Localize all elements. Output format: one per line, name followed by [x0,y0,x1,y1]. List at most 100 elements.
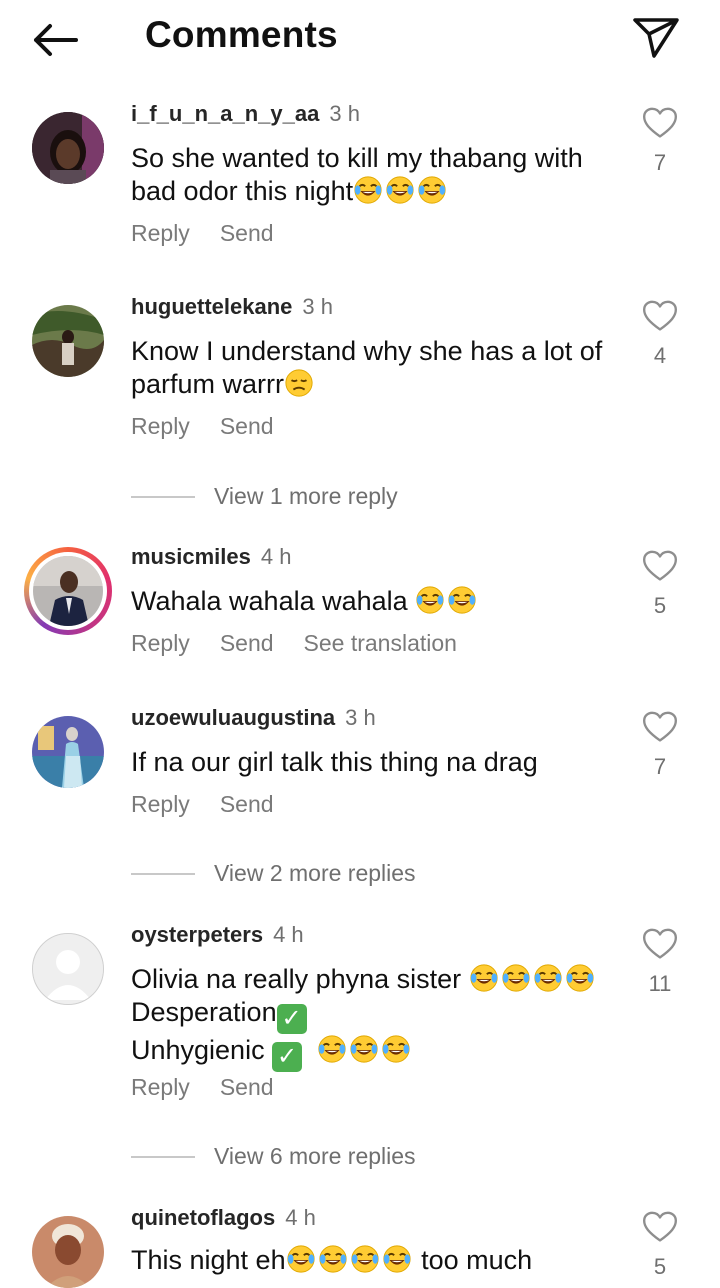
timestamp: 4 h [273,922,304,947]
avatar[interactable] [32,716,104,788]
heart-icon [641,1208,679,1246]
like-count: 4 [653,343,667,368]
reply-button[interactable]: Reply [131,220,190,246]
timestamp: 4 h [285,1205,316,1230]
like-button[interactable]: 4 [638,297,682,369]
divider [131,495,195,498]
laughing-emoji-icon [317,1034,347,1064]
avatar[interactable] [32,305,104,377]
username[interactable]: quinetoflagos [131,1205,275,1230]
divider [131,872,195,875]
like-button[interactable]: 5 [638,547,682,619]
avatar-story-ring[interactable] [24,547,112,635]
comment-meta: musicmiles 4 h [131,543,291,570]
comment-actions: Reply Send [131,791,304,818]
comment-actions: Reply Send [131,220,304,247]
comment-line: If na our girl talk this thing na drag [131,747,538,777]
laughing-emoji-icon [353,175,383,205]
send-button[interactable]: Send [220,220,274,246]
laughing-emoji-icon [415,585,445,615]
sad-emoji-icon [284,368,314,398]
avatar [33,556,103,626]
comment-text: So she wanted to kill my thabang with ba… [131,142,621,208]
laughing-emoji-icon [565,963,595,993]
header-bar: Comments [0,0,720,82]
laughing-emoji-icon [501,963,531,993]
comment-text: Olivia na really phyna sister Desperatio… [131,963,621,1072]
laughing-emoji-icon [447,585,477,615]
username[interactable]: huguettelekane [131,294,292,319]
like-count: 5 [653,1254,667,1279]
send-button[interactable]: Send [220,1074,274,1100]
heart-icon [641,297,679,335]
see-translation-button[interactable]: See translation [304,630,457,656]
back-button[interactable] [26,16,84,64]
username[interactable]: musicmiles [131,544,251,569]
laughing-emoji-icon [318,1244,348,1274]
comment-line-with-emoji: This night eh too much [131,1244,533,1275]
view-more-replies[interactable]: View 6 more replies [131,1143,416,1170]
comment-meta: uzoewuluaugustina 3 h [131,704,376,731]
send-button[interactable]: Send [220,630,274,656]
like-button[interactable]: 5 [638,1208,682,1280]
like-button[interactable]: 7 [638,104,682,176]
comment-line: So she wanted to kill my thabang with [131,143,583,173]
heart-icon [641,925,679,963]
share-button[interactable] [628,12,684,64]
reply-button[interactable]: Reply [131,791,190,817]
check-mark-icon: ✓ [276,1004,307,1034]
like-count: 7 [653,754,667,779]
laughing-emoji-icon [417,175,447,205]
like-button[interactable]: 11 [638,925,682,997]
laughing-emoji-icon [382,1244,412,1274]
comment-text: Wahala wahala wahala [131,585,621,618]
comment-line-with-emoji: Desperation ✓ [131,996,621,1034]
username[interactable]: oysterpeters [131,922,263,947]
timestamp: 3 h [302,294,333,319]
comment-line-with-emoji: Wahala wahala wahala [131,585,621,618]
heart-icon [641,104,679,142]
comment-meta: quinetoflagos 4 h [131,1204,316,1231]
comment-text: This night eh too much [131,1244,621,1277]
timestamp: 3 h [345,705,376,730]
laughing-emoji-icon [533,963,563,993]
send-button[interactable]: Send [220,791,274,817]
like-button[interactable]: 7 [638,708,682,780]
laughing-emoji-icon [381,1034,411,1064]
reply-button[interactable]: Reply [131,630,190,656]
comment-actions: Reply Send [131,413,304,440]
timestamp: 4 h [260,544,292,569]
divider [131,1155,195,1158]
avatar[interactable] [32,112,104,184]
heart-icon [641,547,679,585]
comment-meta: huguettelekane 3 h [131,293,333,320]
view-more-replies[interactable]: View 1 more reply [131,483,398,510]
comment-line-with-emoji: parfum warrr [131,368,621,401]
comment-line: Know I understand why she has a lot of [131,336,603,366]
page-title: Comments [145,14,338,55]
comment-meta: oysterpeters 4 h [131,921,304,948]
comment-line-with-emoji: bad odor this night [131,175,621,208]
send-button[interactable]: Send [220,413,274,439]
view-more-replies[interactable]: View 2 more replies [131,860,416,887]
default-avatar-icon[interactable] [32,933,104,1005]
like-count: 11 [648,971,672,996]
reply-button[interactable]: Reply [131,1074,190,1100]
arrow-left-icon [34,24,78,56]
laughing-emoji-icon [286,1244,316,1274]
reply-button[interactable]: Reply [131,413,190,439]
comment-actions: Reply Send See translation [131,630,487,657]
heart-icon [641,708,679,746]
like-count: 5 [653,593,667,618]
avatar[interactable] [32,1216,104,1288]
laughing-emoji-icon [349,1034,379,1064]
username[interactable]: i_f_u_n_a_n_y_aa [131,101,319,126]
paper-plane-icon [633,18,679,58]
view-more-label: View 6 more replies [214,1143,416,1169]
laughing-emoji-icon [350,1244,380,1274]
laughing-emoji-icon [385,175,415,205]
comment-actions: Reply Send [131,1074,304,1101]
username[interactable]: uzoewuluaugustina [131,705,335,730]
timestamp: 3 h [329,101,360,126]
view-more-label: View 2 more replies [214,860,416,886]
